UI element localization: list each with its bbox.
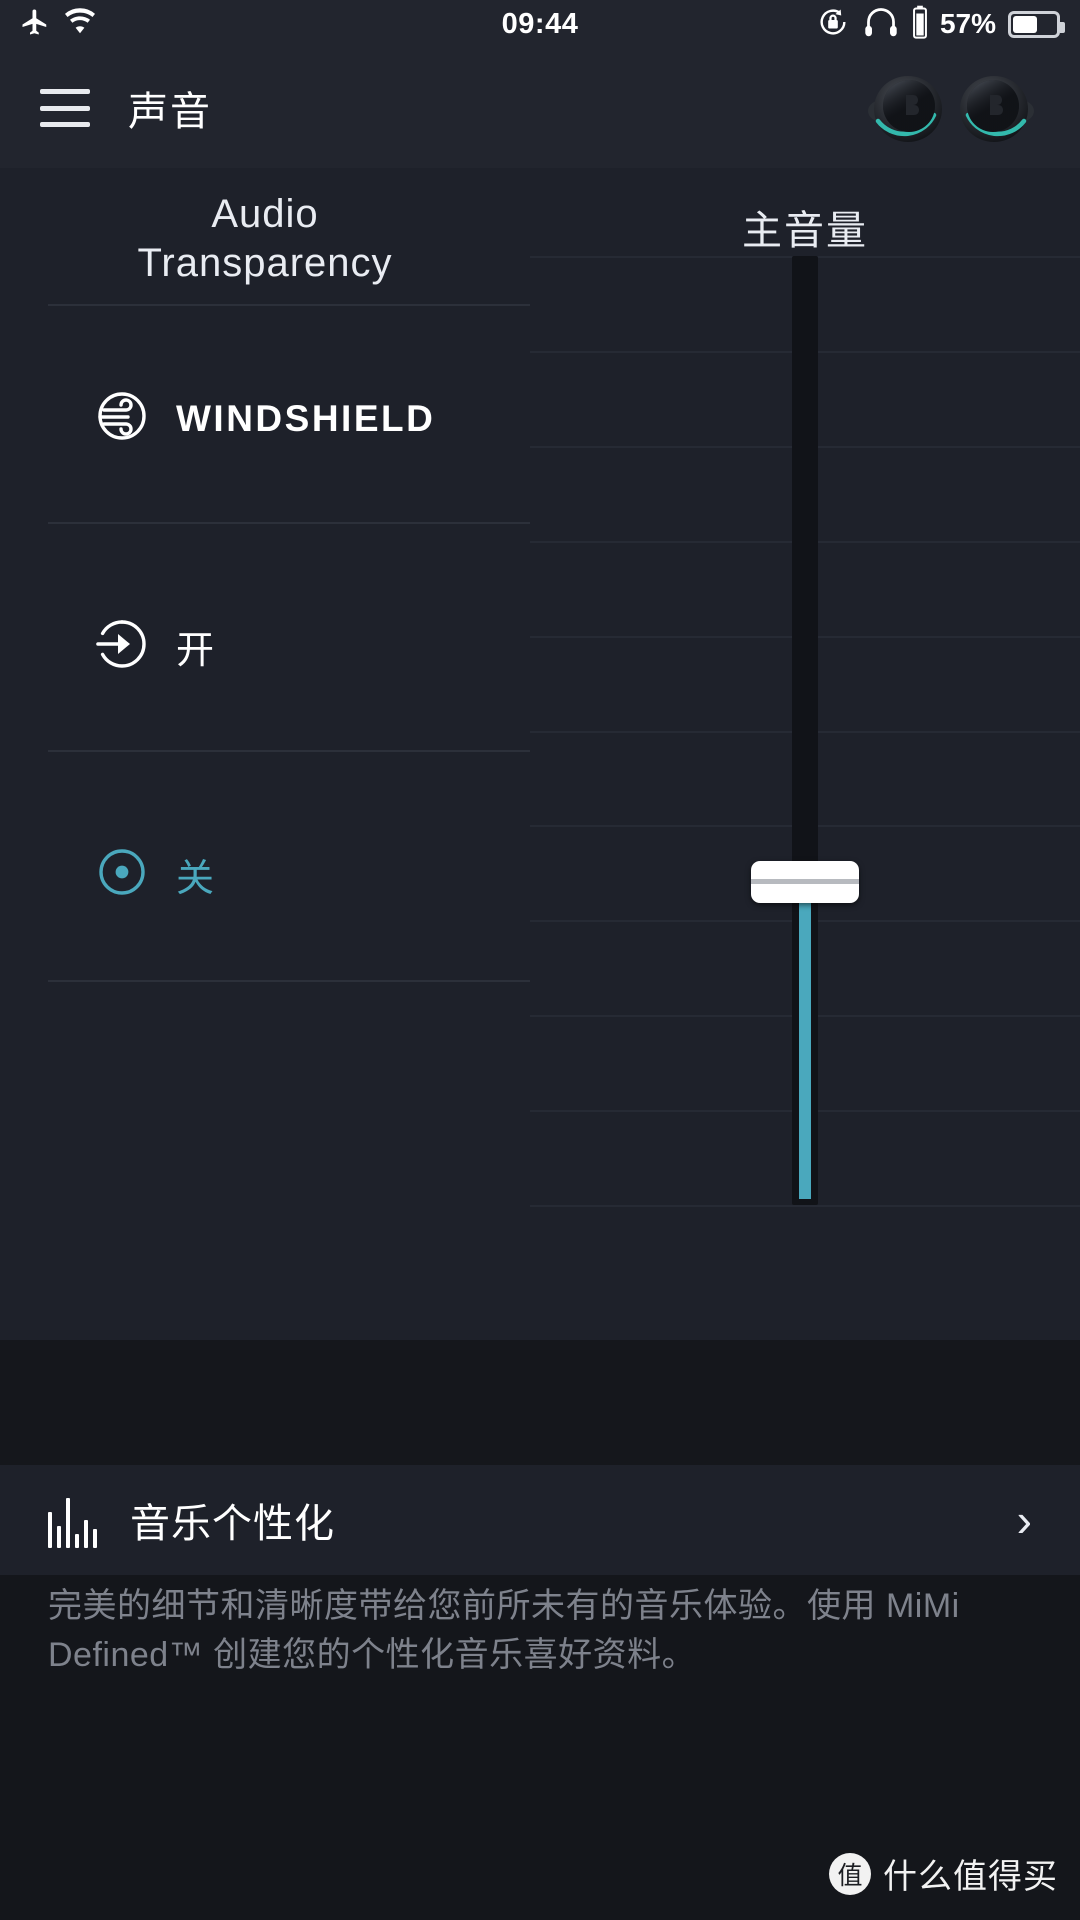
volume-track-fill xyxy=(799,882,811,1199)
option-off[interactable]: 关 xyxy=(96,846,215,903)
audio-transparency-title-line2: Transparency xyxy=(137,240,393,285)
arrow-into-circle-icon xyxy=(96,618,148,675)
earbud-left-icon[interactable] xyxy=(862,65,948,151)
divider xyxy=(48,980,530,982)
music-personalization-title: 音乐个性化 xyxy=(130,1502,335,1546)
master-volume-panel: 主音量 xyxy=(530,168,1080,1340)
watermark: 值 什么值得买 xyxy=(829,1849,1058,1898)
section-spacer xyxy=(0,1340,1080,1465)
page-title: 声音 xyxy=(128,90,212,134)
app-header: 声音 xyxy=(0,48,1080,168)
audio-transparency-panel: Audio Transparency WINDSHIELD 开 关 xyxy=(0,168,530,1340)
option-label: WINDSHIELD xyxy=(176,397,436,439)
rotation-lock-icon xyxy=(816,5,850,44)
option-label: 开 xyxy=(176,630,215,672)
divider xyxy=(48,750,530,752)
chevron-right-icon[interactable]: › xyxy=(1017,1497,1032,1543)
headphones-icon xyxy=(862,6,900,43)
radio-dot-icon xyxy=(96,846,148,903)
option-label: 关 xyxy=(176,858,215,900)
earbud-right-icon[interactable] xyxy=(954,65,1040,151)
option-windshield[interactable]: WINDSHIELD xyxy=(96,390,435,447)
audio-transparency-title-line1: Audio xyxy=(211,192,319,236)
audio-transparency-title: Audio Transparency xyxy=(0,190,530,288)
wind-circle-icon xyxy=(96,390,148,447)
watermark-text: 什么值得买 xyxy=(883,1858,1058,1896)
music-personalization-description: 完美的细节和清晰度带给您前所未有的音乐体验。使用 MiMi Defined™ 创… xyxy=(48,1587,960,1675)
hamburger-menu-icon[interactable] xyxy=(40,89,90,127)
divider xyxy=(48,522,530,524)
watermark-logo-icon: 值 xyxy=(829,1852,871,1895)
battery-level-icon xyxy=(1008,10,1065,38)
master-volume-title: 主音量 xyxy=(742,209,868,253)
battery-vertical-icon xyxy=(912,5,928,44)
music-personalization-row[interactable]: 音乐个性化 › xyxy=(0,1465,1080,1575)
volume-gridline xyxy=(530,1205,1080,1207)
main-content: Audio Transparency WINDSHIELD 开 关 主音量 xyxy=(0,168,1080,1340)
status-bar: 09:44 57% xyxy=(0,0,1080,48)
volume-slider-thumb[interactable] xyxy=(751,861,859,904)
earbud-status-group[interactable] xyxy=(862,65,1040,151)
status-bar-right: 57% xyxy=(816,5,1065,44)
battery-percent-label: 57% xyxy=(939,8,996,39)
phone-screen: 09:44 57% 声音 Audio Transparency WINDSHIE… xyxy=(0,0,1080,1920)
divider xyxy=(48,304,530,306)
equalizer-bars-icon xyxy=(48,1492,100,1548)
option-on[interactable]: 开 xyxy=(96,618,215,675)
